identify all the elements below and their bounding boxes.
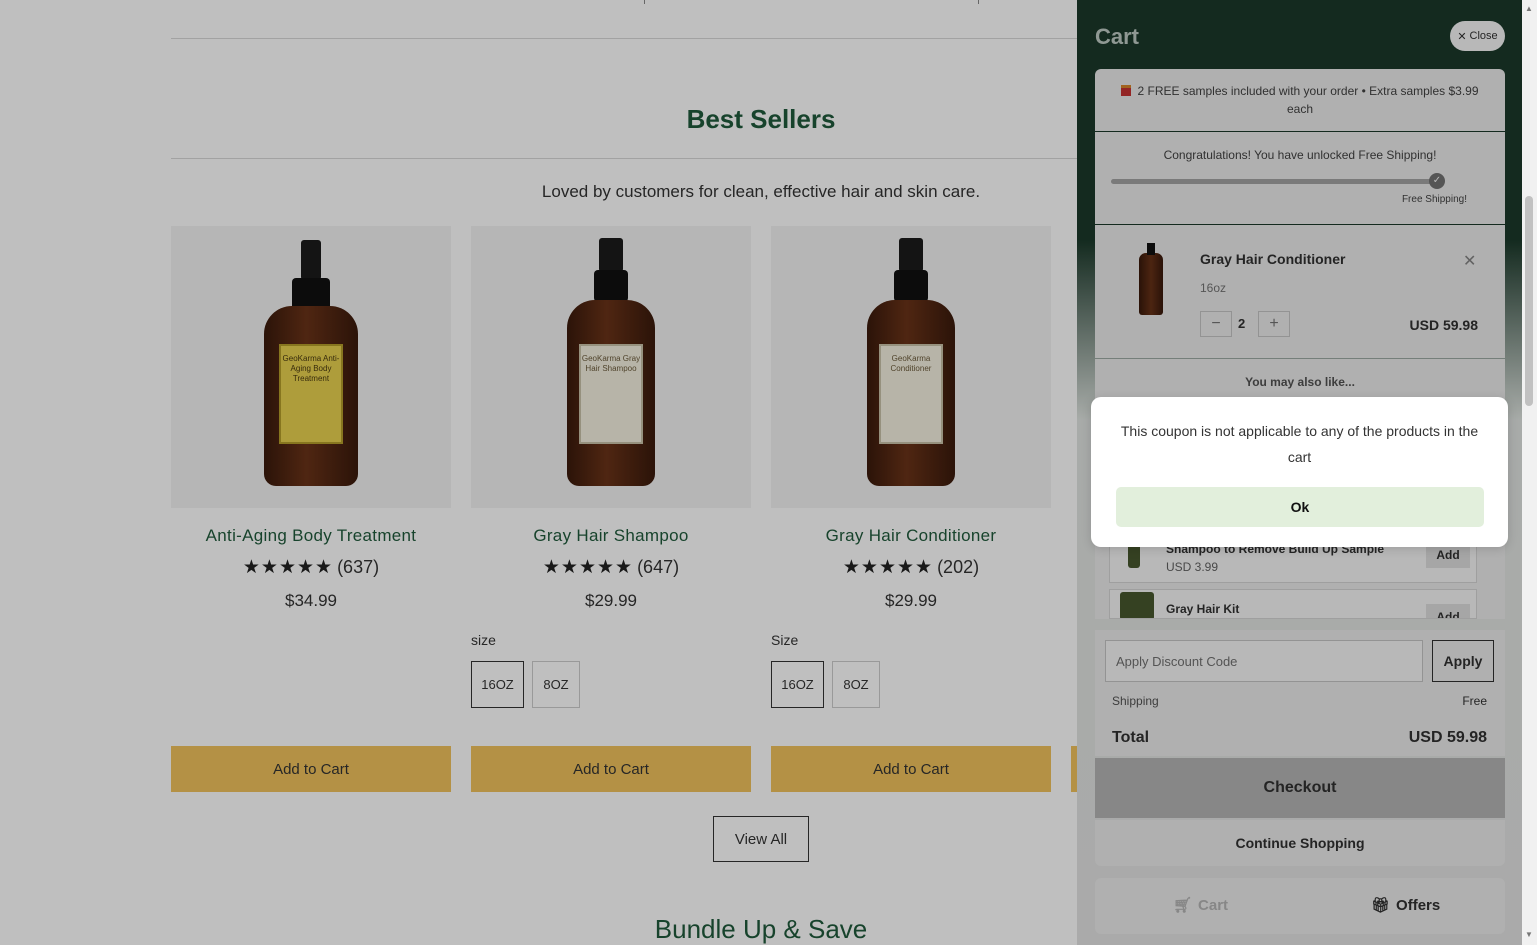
scrollbar-track[interactable] [1522,0,1537,945]
product-page: Best Sellers Loved by customers for clea… [0,0,1077,945]
dialog-message: This coupon is not applicable to any of … [1120,423,1479,465]
scroll-down-icon[interactable]: ▼ [1525,930,1533,939]
scrollbar-thumb[interactable] [1525,196,1533,406]
coupon-error-dialog: This coupon is not applicable to any of … [1091,397,1508,547]
page-dim-overlay[interactable] [0,0,1077,945]
ok-button[interactable]: Ok [1116,487,1484,527]
scroll-up-icon[interactable]: ▲ [1525,4,1533,13]
